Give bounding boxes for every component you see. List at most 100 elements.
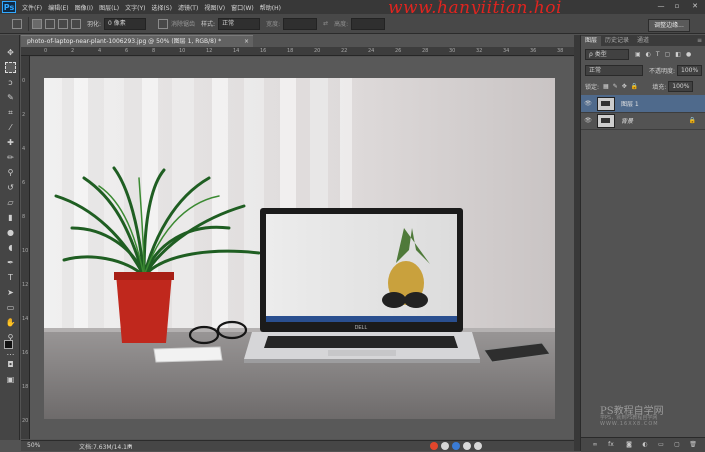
filter-shape-icon[interactable]: ▢ (665, 51, 671, 58)
menu-image[interactable]: 图像(I) (75, 3, 93, 12)
ruler-tick-label: 8 (152, 48, 156, 54)
lock-all-icon[interactable]: 🔒 (631, 83, 638, 90)
document-image[interactable]: DELL (44, 78, 555, 419)
lock-position-icon[interactable]: ✥ (622, 83, 627, 90)
ruler-left: 0 2 4 6 8 10 12 14 16 18 20 (21, 56, 30, 439)
tab-history[interactable]: 历史记录 (601, 36, 633, 46)
menu-layer[interactable]: 图层(L) (99, 3, 119, 12)
style-select[interactable]: 正常 (218, 17, 261, 30)
ruler-tick-label: 8 (22, 214, 26, 220)
new-layer-icon[interactable]: ▢ (673, 441, 681, 449)
eyedropper-icon[interactable]: ⁄ (5, 122, 16, 133)
menu-select[interactable]: 选择(S) (151, 3, 172, 12)
type-icon[interactable]: T (5, 272, 16, 283)
ruler-tick-label: 0 (22, 78, 26, 84)
blend-mode-select[interactable]: 正常 (585, 65, 643, 76)
opacity-input[interactable]: 100% (677, 65, 703, 76)
add-mask-icon[interactable]: ◙ (625, 441, 633, 449)
menu-filter[interactable]: 滤镜(T) (178, 3, 198, 12)
filter-pixel-icon[interactable]: ▣ (635, 51, 641, 58)
ruler-tick-label: 16 (22, 350, 29, 356)
visibility-eye-icon[interactable]: 👁 (583, 100, 593, 107)
lock-pixels-icon[interactable]: ✎ (613, 83, 618, 90)
maximize-icon[interactable]: ▫ (672, 2, 682, 11)
foreground-color-swatch[interactable] (4, 340, 13, 349)
layer-row[interactable]: 👁 背景 🔒 (581, 112, 705, 130)
dodge-icon[interactable]: ◖ (5, 242, 16, 253)
height-input[interactable] (351, 17, 386, 30)
new-selection-icon[interactable] (32, 18, 42, 29)
hand-icon[interactable]: ✋ (5, 317, 16, 328)
filter-toggle-icon[interactable]: ● (686, 51, 691, 58)
fx-icon[interactable]: fx (607, 441, 615, 449)
divider (28, 16, 29, 31)
filter-adjust-icon[interactable]: ◐ (646, 51, 651, 58)
intersect-selection-icon[interactable] (71, 18, 81, 29)
visibility-eye-icon[interactable]: 👁 (583, 117, 593, 124)
tab-layers[interactable]: 图层 (581, 36, 602, 46)
layer-row-selected[interactable]: 👁 图层 1 (581, 95, 705, 113)
menu-help[interactable]: 帮助(H) (260, 3, 281, 12)
tray-icon[interactable] (474, 441, 482, 450)
document-tab-title: photo-of-laptop-near-plant-1006293.jpg @… (27, 38, 222, 45)
ruler-tick-label: 36 (530, 48, 537, 54)
width-input[interactable] (283, 17, 318, 30)
refine-edge-button[interactable]: 调整边缘... (648, 19, 690, 32)
menu-window[interactable]: 窗口(W) (231, 3, 254, 12)
tray-icon[interactable] (452, 441, 460, 450)
adjustment-layer-icon[interactable]: ◐ (641, 441, 649, 449)
status-arrow-icon[interactable]: ▸ (129, 442, 132, 449)
minimize-icon[interactable]: — (656, 2, 666, 11)
fill-input[interactable]: 100% (668, 81, 694, 92)
pen-icon[interactable]: ✒ (5, 257, 16, 268)
layer-name[interactable]: 图层 1 (621, 99, 639, 108)
feather-input[interactable]: 0 像素 (104, 17, 147, 30)
feather-label: 羽化: (87, 21, 102, 28)
screen-mode-icon[interactable]: ▣ (5, 374, 16, 385)
marquee-tool-preset-icon[interactable] (12, 18, 22, 29)
delete-layer-icon[interactable]: 🗑 (689, 441, 697, 449)
swap-icon[interactable]: ⇄ (323, 20, 328, 27)
menu-edit[interactable]: 编辑(E) (48, 3, 68, 12)
zoom-level[interactable]: 50% (27, 442, 40, 449)
blur-icon[interactable]: ● (5, 227, 16, 238)
subtract-selection-icon[interactable] (58, 18, 68, 29)
quick-select-icon[interactable]: ✎ (5, 92, 16, 103)
menu-file[interactable]: 文件(F) (22, 3, 42, 12)
filter-kind-select[interactable]: ρ 类型 (585, 49, 629, 60)
ruler-tick-label: 38 (557, 48, 564, 54)
lock-transparent-icon[interactable]: ▦ (603, 83, 609, 90)
quick-mask-icon[interactable]: ◘ (5, 359, 16, 370)
clone-stamp-icon[interactable]: ⚲ (5, 167, 16, 178)
tray-icon[interactable] (463, 441, 471, 450)
antialias-checkbox[interactable] (158, 18, 169, 29)
crop-icon[interactable]: ⌗ (5, 107, 16, 118)
rectangle-marquee-icon[interactable] (5, 62, 16, 73)
close-window-icon[interactable]: ✕ (690, 2, 700, 11)
path-select-icon[interactable]: ➤ (5, 287, 16, 298)
tray-icon[interactable] (441, 441, 449, 450)
history-brush-icon[interactable]: ↺ (5, 182, 16, 193)
filter-type-icon[interactable]: T (656, 51, 660, 58)
lasso-icon[interactable]: ↄ (5, 77, 16, 88)
filter-smart-icon[interactable]: ◧ (675, 51, 681, 58)
eraser-icon[interactable]: ▱ (5, 197, 16, 208)
link-layers-icon[interactable]: ∞ (591, 441, 599, 449)
brush-icon[interactable]: ✏ (5, 152, 16, 163)
move-tool-icon[interactable]: ✥ (5, 47, 16, 58)
close-tab-icon[interactable]: × (244, 36, 249, 47)
healing-brush-icon[interactable]: ✚ (5, 137, 16, 148)
ruler-tick-label: 34 (503, 48, 510, 54)
tab-channels[interactable]: 通道 (633, 36, 653, 46)
ruler-tick-label: 20 (22, 418, 29, 424)
ime-icon[interactable] (430, 441, 438, 450)
menu-type[interactable]: 文字(Y) (125, 3, 145, 12)
shape-icon[interactable]: ▭ (5, 302, 16, 313)
add-selection-icon[interactable] (45, 18, 55, 29)
menu-view[interactable]: 视图(V) (204, 3, 225, 12)
panel-menu-icon[interactable]: ≡ (693, 36, 705, 46)
document-tab[interactable]: photo-of-laptop-near-plant-1006293.jpg @… (21, 35, 253, 47)
new-group-icon[interactable]: ▭ (657, 441, 665, 449)
layer-name[interactable]: 背景 (621, 116, 633, 125)
gradient-icon[interactable]: ▮ (5, 212, 16, 223)
